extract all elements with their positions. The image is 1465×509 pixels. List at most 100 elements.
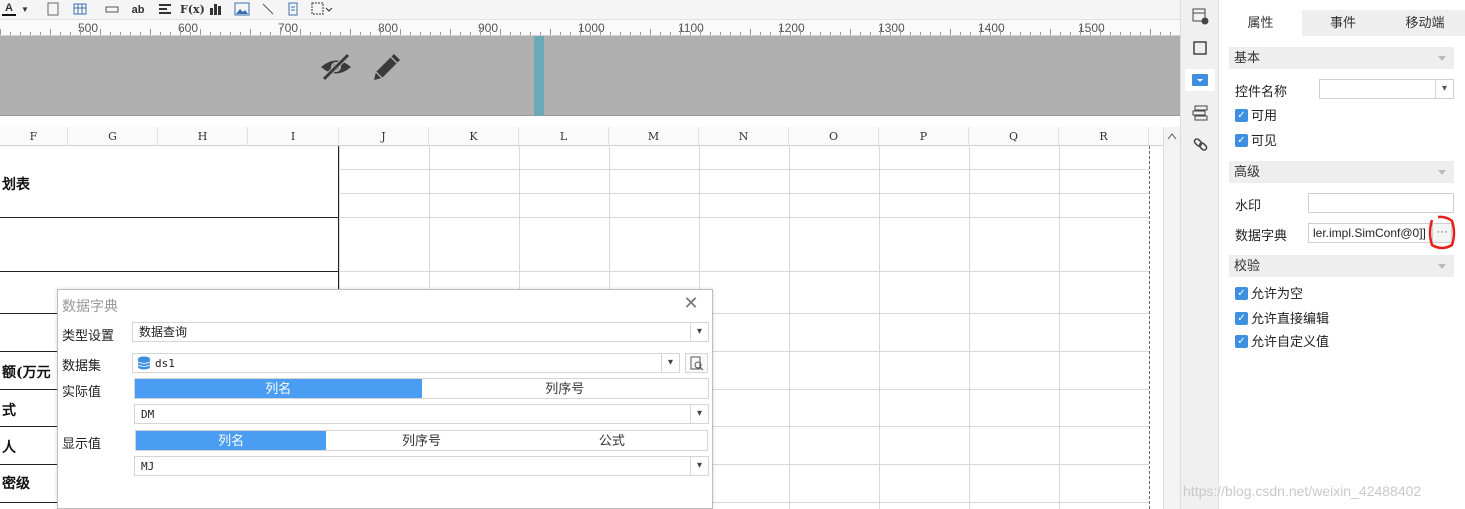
actual-mode-column-name[interactable]: 列名 <box>135 379 422 398</box>
chevron-up-icon[interactable] <box>1167 129 1177 143</box>
vertical-scrollbar[interactable] <box>1163 127 1180 509</box>
table-icon[interactable] <box>72 2 88 18</box>
column-header-cell[interactable]: G <box>68 127 158 146</box>
ruler-tick <box>990 32 991 35</box>
widget-tab-active[interactable] <box>1185 69 1215 91</box>
ruler-tick <box>0 29 1 35</box>
ruler-tick <box>740 32 741 35</box>
text-label-button[interactable]: ab <box>130 2 146 18</box>
ruler-tick <box>1050 29 1051 35</box>
chevron-down-icon[interactable]: ▾ <box>690 323 708 341</box>
column-header-cell[interactable]: N <box>699 127 789 146</box>
display-mode-column-name[interactable]: 列名 <box>136 431 327 450</box>
align-left-icon[interactable] <box>157 2 173 18</box>
textbox-icon[interactable] <box>104 2 120 18</box>
tab-mobile[interactable]: 移动端 <box>1384 10 1465 36</box>
control-name-label: 控件名称 <box>1235 84 1288 99</box>
column-header-cell[interactable]: F <box>0 127 68 146</box>
chevron-down-icon[interactable]: ▾ <box>1435 80 1453 98</box>
type-value: 数据查询 <box>139 325 188 339</box>
pencil-icon[interactable] <box>370 50 404 87</box>
ruler-tick <box>980 27 981 35</box>
display-field-select[interactable]: MJ ▾ <box>134 456 709 476</box>
report-icon[interactable] <box>286 2 300 18</box>
allow-empty-checkbox[interactable]: ✓ 允许为空 <box>1235 287 1303 301</box>
column-header-cell[interactable]: Q <box>969 127 1059 146</box>
control-name-select[interactable]: ▾ <box>1319 79 1454 99</box>
bar-chart-icon[interactable] <box>208 2 224 18</box>
column-header-cell[interactable]: R <box>1059 127 1149 146</box>
watermark-input[interactable] <box>1308 193 1454 213</box>
ruler-tick <box>220 32 221 35</box>
ruler-tick <box>360 32 361 35</box>
ruler-tick <box>60 32 61 35</box>
cell-attr-icon[interactable] <box>1192 8 1209 25</box>
tab-events[interactable]: 事件 <box>1302 10 1384 36</box>
panel-tabs: 属性 事件 移动端 <box>1219 10 1465 36</box>
link-icon[interactable] <box>1192 136 1209 153</box>
enabled-checkbox[interactable]: ✓ 可用 <box>1235 109 1277 123</box>
column-header-cell[interactable]: H <box>158 127 248 146</box>
column-header-cell[interactable]: O <box>789 127 879 146</box>
image-icon[interactable] <box>233 2 251 18</box>
allow-empty-label: 允许为空 <box>1251 286 1304 301</box>
chevron-down-icon[interactable]: ▾ <box>690 457 708 475</box>
section-advanced-label: 高级 <box>1234 164 1261 179</box>
watermark-label: 水印 <box>1235 198 1262 213</box>
ruler-tick <box>830 32 831 35</box>
display-mode-formula[interactable]: 公式 <box>517 431 707 450</box>
column-header-cell[interactable]: J <box>339 127 429 146</box>
display-mode-column-index[interactable]: 列序号 <box>326 431 516 450</box>
column-header-cell[interactable]: K <box>429 127 519 146</box>
ruler-tick <box>210 32 211 35</box>
chevron-down-icon[interactable]: ▾ <box>661 354 679 372</box>
section-validation[interactable]: 校验 <box>1229 255 1454 277</box>
dictionary-field[interactable]: ler.impl.SimConf@0]] <box>1308 223 1431 243</box>
chevron-down-icon[interactable]: ▼ <box>20 2 30 18</box>
font-color-button[interactable]: A <box>2 2 16 16</box>
type-select[interactable]: 数据查询 ▾ <box>132 322 709 342</box>
visible-checkbox[interactable]: ✓ 可见 <box>1235 134 1277 148</box>
cell-person[interactable]: 人 <box>2 437 16 457</box>
allow-custom-checkbox[interactable]: ✓ 允许自定义值 <box>1235 335 1329 349</box>
slash-icon[interactable] <box>260 2 276 18</box>
formula-button[interactable]: F(x) <box>180 2 205 18</box>
close-icon[interactable]: ✕ <box>682 294 700 312</box>
ruler-tick <box>1030 32 1031 35</box>
section-basic[interactable]: 基本 <box>1229 47 1454 69</box>
ruler-tick <box>1100 29 1101 35</box>
square-icon[interactable] <box>1192 40 1209 57</box>
border-style-icon[interactable] <box>310 2 334 18</box>
ruler-tick <box>480 27 481 35</box>
section-advanced[interactable]: 高级 <box>1229 161 1454 183</box>
dataset-select[interactable]: ds1 ▾ <box>132 353 680 373</box>
border-icon[interactable] <box>46 2 60 18</box>
ruler-tick <box>140 32 141 35</box>
display-field-value: MJ <box>141 460 155 473</box>
eye-off-icon[interactable] <box>318 52 354 85</box>
actual-mode-column-index[interactable]: 列序号 <box>422 379 709 398</box>
column-header-cell[interactable]: I <box>248 127 339 146</box>
cell-amount[interactable]: 额(万元 <box>2 362 51 382</box>
scroll-marker[interactable] <box>534 36 544 116</box>
chevron-down-icon <box>1438 264 1446 269</box>
tab-properties[interactable]: 属性 <box>1219 10 1302 36</box>
actual-field-select[interactable]: DM ▾ <box>134 404 709 424</box>
preview-dataset-button[interactable] <box>685 353 708 373</box>
chevron-down-icon[interactable]: ▾ <box>690 405 708 423</box>
enabled-label: 可用 <box>1251 108 1278 123</box>
ruler-tick <box>790 32 791 35</box>
allow-direct-edit-checkbox[interactable]: ✓ 允许直接编辑 <box>1235 312 1329 326</box>
display-value-label: 显示值 <box>62 436 102 451</box>
ruler-tick <box>1010 32 1011 35</box>
property-panel: 属性 事件 移动端 基本 控件名称 ▾ ✓ 可用 ✓ 可见 高级 水印 数据字典 l… <box>1218 0 1465 509</box>
layers-icon[interactable] <box>1192 104 1209 121</box>
cell-security-level[interactable]: 密级 <box>2 473 30 493</box>
column-header-cell[interactable]: P <box>879 127 969 146</box>
column-header-cell[interactable]: L <box>519 127 609 146</box>
column-header-cell[interactable]: M <box>609 127 699 146</box>
cell-method[interactable]: 式 <box>2 400 16 420</box>
ruler-tick <box>280 27 281 35</box>
display-value-mode: 列名 列序号 公式 <box>135 430 708 451</box>
cell-title[interactable]: 划表 <box>2 174 30 194</box>
